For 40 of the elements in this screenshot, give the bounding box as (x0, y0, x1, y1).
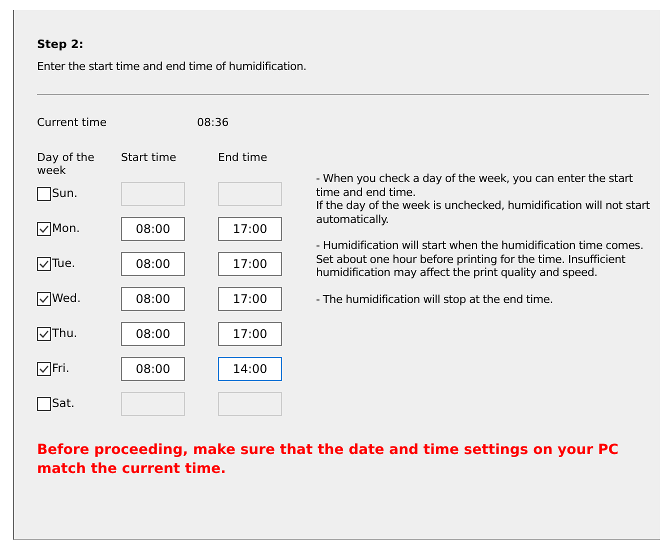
day-label: Sun. (52, 185, 78, 202)
time-field[interactable]: 08:00 (121, 286, 185, 311)
checkmark-icon (39, 364, 49, 373)
checkmark-icon (39, 224, 49, 233)
note-text: - The humidification will stop at the end time. (316, 292, 554, 306)
time-field[interactable]: 08:00 (121, 322, 185, 346)
day-checkbox[interactable] (37, 362, 51, 376)
day-checkbox[interactable] (37, 186, 51, 201)
time-field[interactable]: 08:00 (121, 216, 185, 241)
day-label: Sat. (52, 395, 75, 412)
time-field[interactable]: 17:00 (218, 216, 282, 241)
time-field[interactable]: 17:00 (218, 322, 282, 346)
day-checkbox[interactable] (37, 256, 51, 271)
day-label: Thu. (52, 325, 78, 342)
day-checkbox[interactable] (37, 396, 51, 411)
step-title: Step 2: (37, 36, 84, 53)
day-checkbox[interactable] (37, 326, 51, 341)
checkmark-icon (39, 294, 49, 303)
column-header: End time (218, 151, 268, 164)
checkmark-icon (39, 260, 49, 268)
instruction-text: Enter the start time and end time of humidification. (37, 59, 308, 76)
time-field[interactable]: 14:00 (218, 356, 282, 381)
column-header: Day of the week (37, 151, 96, 178)
column-header: Start time (121, 151, 178, 164)
time-field[interactable]: 08:00 (121, 252, 185, 276)
time-field[interactable]: 17:00 (218, 286, 282, 311)
day-label: Mon. (52, 220, 80, 238)
current-time-value: 08:36 (197, 114, 229, 131)
day-label: Fri. (52, 360, 70, 378)
day-label: Tue. (52, 255, 76, 272)
warning-text: Before proceeding, make sure that the date and time settings on your PC match the current time. (37, 441, 620, 480)
note-text: - Humidification will start when the humidification time comes. Set about one hour before printing for the time. Insufficient humidification may affect the print quality and speed. (316, 239, 644, 280)
day-checkbox[interactable] (37, 292, 51, 306)
current-time-label: Current time (37, 114, 108, 131)
time-field[interactable]: 08:00 (121, 356, 185, 381)
note-text: - When you check a day of the week, you can enter the start time and end time. If the day of the week is unchecked, humidification will not start automatically. (316, 172, 651, 226)
checkmark-icon (39, 330, 49, 338)
day-label: Wed. (52, 290, 81, 308)
time-field[interactable]: 17:00 (218, 252, 282, 276)
day-checkbox[interactable] (37, 222, 51, 236)
